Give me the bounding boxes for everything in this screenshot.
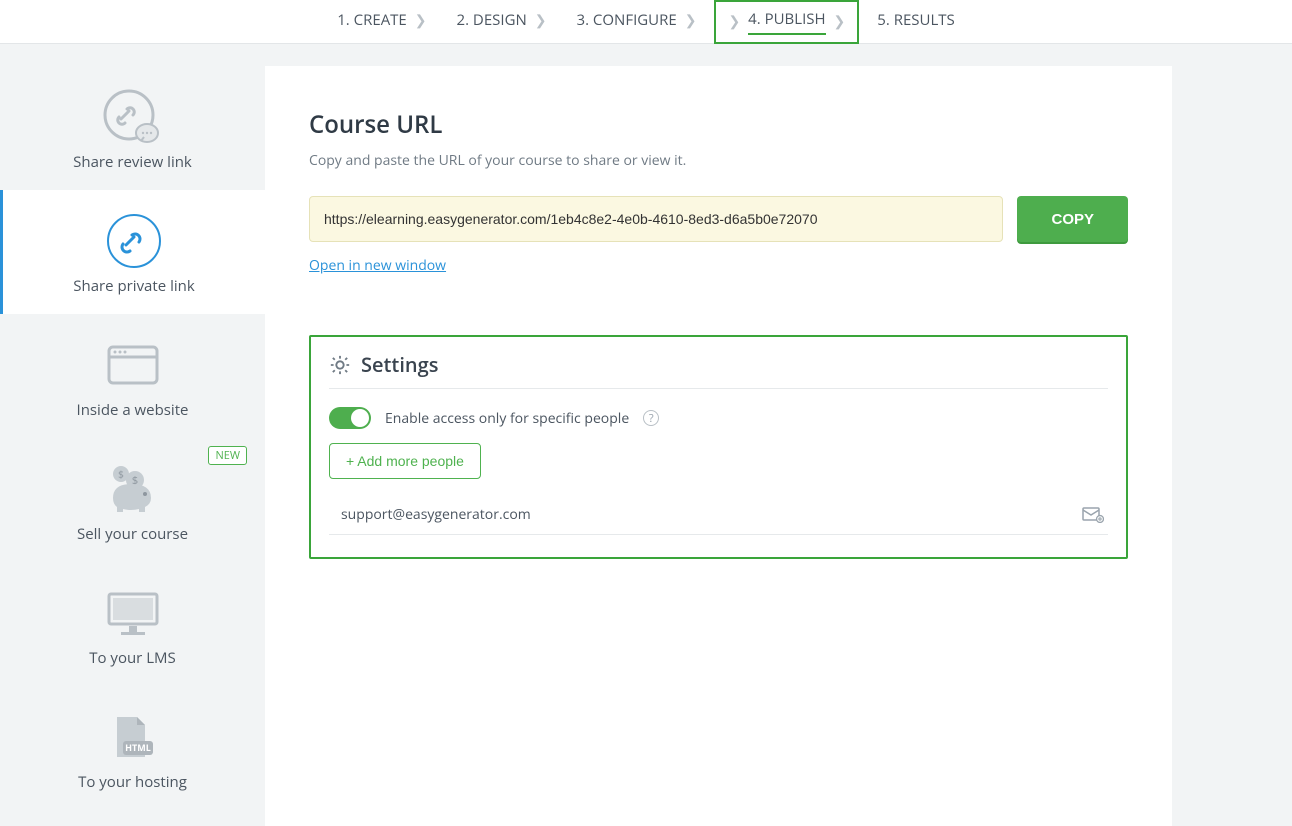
chevron-right-icon: ❯ <box>834 12 846 31</box>
chevron-right-icon: ❯ <box>728 12 740 31</box>
chevron-right-icon: ❯ <box>535 11 547 30</box>
sidebar-item-label: Share review link <box>73 152 192 172</box>
piggy-bank-icon: $ $ <box>10 460 255 518</box>
page-title: Course URL <box>309 108 1128 141</box>
step-publish[interactable]: ❯ 4. PUBLISH ❯ <box>714 0 859 44</box>
step-label: 2. DESIGN <box>457 10 527 30</box>
help-icon[interactable]: ? <box>643 410 659 426</box>
step-label: 5. RESULTS <box>877 10 954 30</box>
chevron-right-icon: ❯ <box>685 11 697 30</box>
sidebar-item-to-lms[interactable]: To your LMS <box>0 562 265 686</box>
sidebar-item-share-private-link[interactable]: Share private link <box>0 190 265 314</box>
sidebar: Share review link Share private link Ins… <box>0 44 265 825</box>
page-subtitle: Copy and paste the URL of your course to… <box>309 151 1128 170</box>
toggle-label: Enable access only for specific people <box>385 409 629 428</box>
copy-button[interactable]: COPY <box>1017 196 1128 242</box>
svg-text:HTML: HTML <box>125 741 151 754</box>
settings-title: Settings <box>361 351 438 378</box>
add-more-people-button[interactable]: + Add more people <box>329 443 481 479</box>
step-label: 1. CREATE <box>337 10 407 30</box>
course-url-input[interactable] <box>309 196 1003 242</box>
step-label: 4. PUBLISH <box>748 9 825 35</box>
settings-panel: Settings Enable access only for specific… <box>309 335 1128 559</box>
html-file-icon: HTML <box>10 708 255 766</box>
link-comment-icon <box>10 88 255 146</box>
chevron-right-icon: ❯ <box>415 11 427 30</box>
sidebar-item-share-review-link[interactable]: Share review link <box>0 66 265 190</box>
enable-access-toggle[interactable] <box>329 407 371 429</box>
sidebar-item-label: To your LMS <box>89 648 176 668</box>
person-email: support@easygenerator.com <box>341 505 531 524</box>
sidebar-item-label: To your hosting <box>78 772 187 792</box>
sidebar-item-label: Inside a website <box>77 400 189 420</box>
people-list-item: support@easygenerator.com <box>329 495 1108 535</box>
sidebar-item-to-hosting[interactable]: HTML To your hosting <box>0 686 265 810</box>
content-panel: Course URL Copy and paste the URL of you… <box>265 66 1172 826</box>
sidebar-item-sell-course[interactable]: NEW $ $ Sell your course <box>0 438 265 562</box>
step-design[interactable]: 2. DESIGN ❯ <box>445 0 559 44</box>
new-badge: NEW <box>208 446 247 465</box>
step-create[interactable]: 1. CREATE ❯ <box>325 0 438 44</box>
sidebar-item-label: Sell your course <box>77 524 188 544</box>
sidebar-item-label: Share private link <box>73 276 194 296</box>
gear-icon <box>329 354 351 376</box>
browser-window-icon <box>10 336 255 394</box>
open-in-new-window-link[interactable]: Open in new window <box>309 256 446 275</box>
link-icon <box>13 212 255 270</box>
sidebar-item-inside-website[interactable]: Inside a website <box>0 314 265 438</box>
monitor-icon <box>10 584 255 642</box>
step-configure[interactable]: 3. CONFIGURE ❯ <box>565 0 709 44</box>
step-results[interactable]: 5. RESULTS <box>865 0 966 44</box>
svg-text:$: $ <box>118 467 124 481</box>
stepper-bar: 1. CREATE ❯ 2. DESIGN ❯ 3. CONFIGURE ❯ ❯… <box>0 0 1292 44</box>
step-label: 3. CONFIGURE <box>577 10 677 30</box>
mail-settings-icon[interactable] <box>1082 507 1104 523</box>
